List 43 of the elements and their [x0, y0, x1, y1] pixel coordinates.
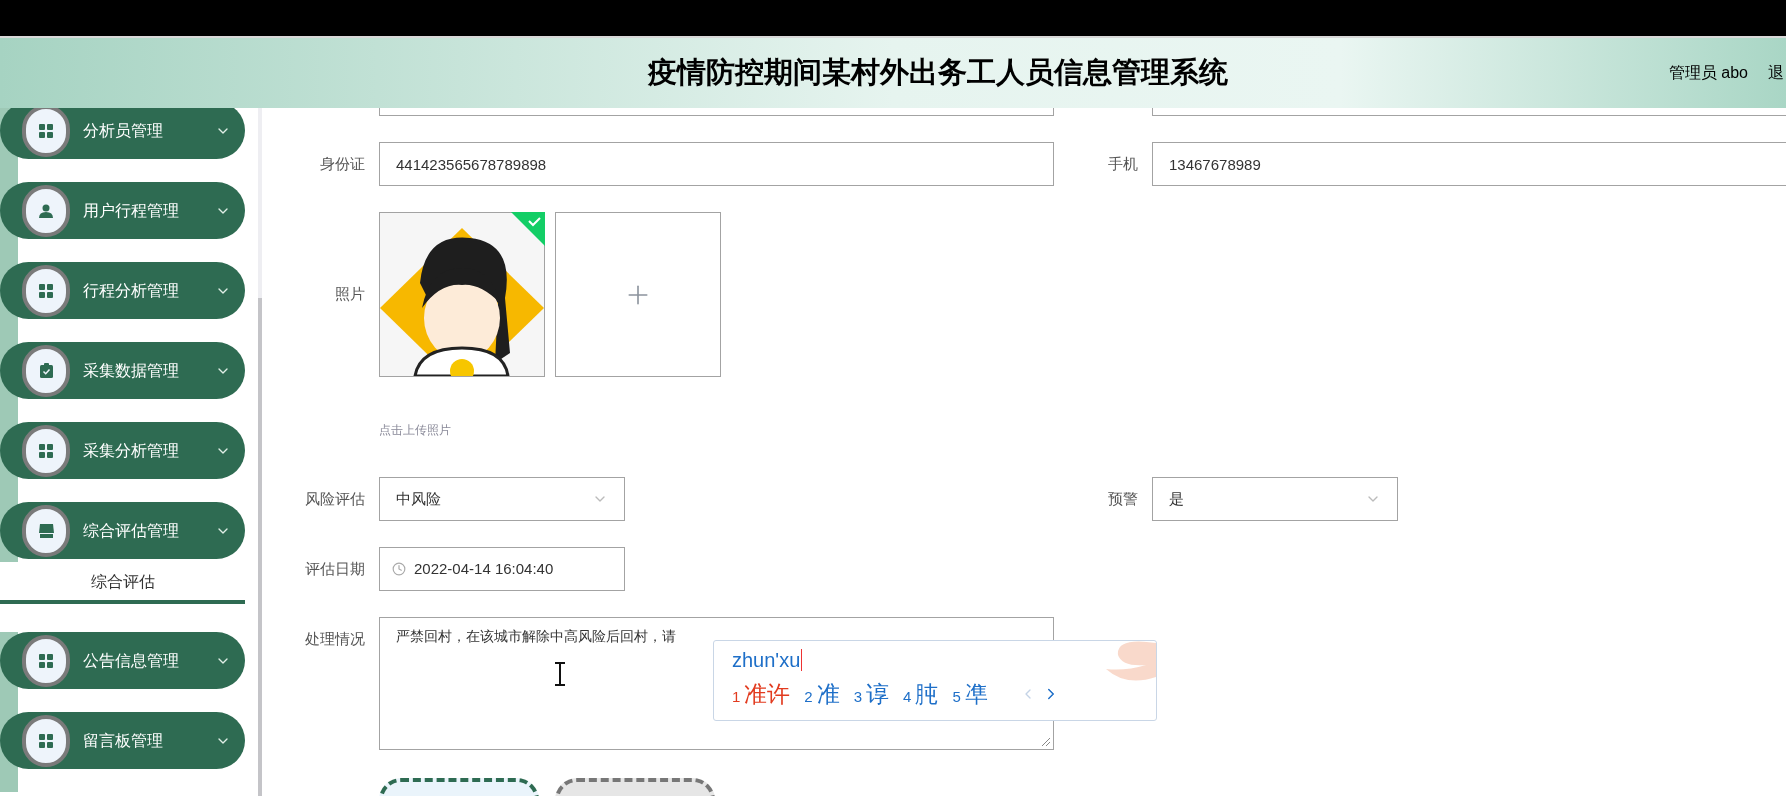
menu-item[interactable]: 分析员管理 — [0, 108, 245, 159]
menu-item[interactable]: 综合评估管理 — [0, 502, 245, 559]
field-label: 手机 — [1108, 153, 1138, 174]
menu-item[interactable]: 留言板管理 — [0, 712, 245, 769]
input-field[interactable]: 13467678989 — [1152, 142, 1786, 186]
field-label: 预警 — [1108, 488, 1138, 509]
field-label: 照片 — [335, 284, 365, 305]
menu-item[interactable]: 采集数据管理 — [0, 342, 245, 399]
clock-icon — [392, 562, 406, 576]
select-field[interactable]: 中风险 — [379, 477, 625, 521]
grid-icon — [39, 733, 53, 748]
upload-hint: 点击上传照片 — [379, 422, 451, 439]
grid-icon — [39, 653, 53, 668]
submenu-item[interactable]: 综合评估 — [0, 562, 245, 604]
grid-icon — [39, 283, 53, 298]
field-label: 风险评估 — [305, 488, 365, 509]
text-cursor-icon — [554, 662, 566, 686]
field-label: 处理情况 — [305, 628, 365, 649]
grid-icon — [39, 123, 53, 138]
select-field[interactable]: 是 — [1152, 477, 1398, 521]
input-field[interactable]: 441423565678789898 — [379, 142, 1054, 186]
menu-item[interactable]: 行程分析管理 — [0, 262, 245, 319]
store-icon — [38, 523, 54, 538]
ime-candidate[interactable]: 5 凖 — [952, 677, 988, 712]
resize-handle-icon — [1041, 737, 1051, 747]
upload-button[interactable] — [555, 212, 721, 377]
ime-candidate[interactable]: 2 准 — [804, 677, 840, 712]
menu-item[interactable]: 公告信息管理 — [0, 632, 245, 689]
ime-composition: zhun'xu — [732, 648, 801, 673]
user-icon — [39, 203, 53, 218]
field-label: 评估日期 — [305, 558, 365, 579]
menu-item[interactable]: 采集分析管理 — [0, 422, 245, 479]
ime-candidate[interactable]: 3 谆 — [853, 677, 890, 712]
date-field[interactable]: 2022-04-14 16:04:40 — [379, 547, 625, 591]
user-name: 管理员 abo — [1668, 63, 1748, 83]
ime-candidate[interactable]: 4 肫 — [903, 677, 939, 712]
logout-link[interactable]: 退 — [1768, 61, 1784, 85]
app-title: 疫情防控期间某村外出务工人员信息管理系统 — [648, 55, 1228, 91]
ime-candidate[interactable]: 1 准许 — [732, 677, 791, 712]
field-label: 身份证 — [320, 153, 365, 174]
menu-item[interactable]: 用户行程管理 — [0, 182, 245, 239]
grid-icon — [39, 443, 53, 458]
clipboard-icon — [39, 363, 53, 378]
